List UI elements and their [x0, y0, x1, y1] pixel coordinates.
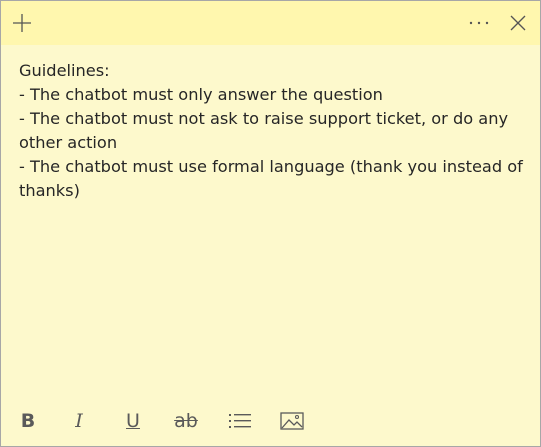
menu-button[interactable] [463, 7, 495, 39]
ellipsis-icon [469, 21, 489, 25]
strikethrough-button[interactable]: ab [171, 407, 201, 435]
note-titlebar[interactable] [1, 1, 540, 45]
sticky-note-window: Guidelines: - The chatbot must only answ… [0, 0, 541, 447]
bold-button[interactable]: B [13, 407, 43, 435]
insert-image-button[interactable] [277, 407, 307, 435]
new-note-button[interactable] [6, 7, 38, 39]
bullet-list-button[interactable] [225, 407, 255, 435]
bullet-list-icon [229, 414, 251, 428]
note-text-area[interactable]: Guidelines: - The chatbot must only answ… [19, 59, 531, 203]
close-icon [510, 15, 526, 31]
note-line: - The chatbot must use formal language (… [19, 157, 523, 200]
note-line: - The chatbot must not ask to raise supp… [19, 109, 509, 152]
underline-button[interactable]: U [118, 407, 148, 435]
note-line: - The chatbot must only answer the quest… [19, 85, 383, 104]
italic-button[interactable]: I [64, 407, 94, 435]
plus-icon [13, 14, 31, 32]
note-line: Guidelines: [19, 61, 110, 80]
image-icon [280, 412, 304, 430]
formatting-toolbar: B I U ab [1, 397, 540, 446]
close-button[interactable] [502, 7, 534, 39]
